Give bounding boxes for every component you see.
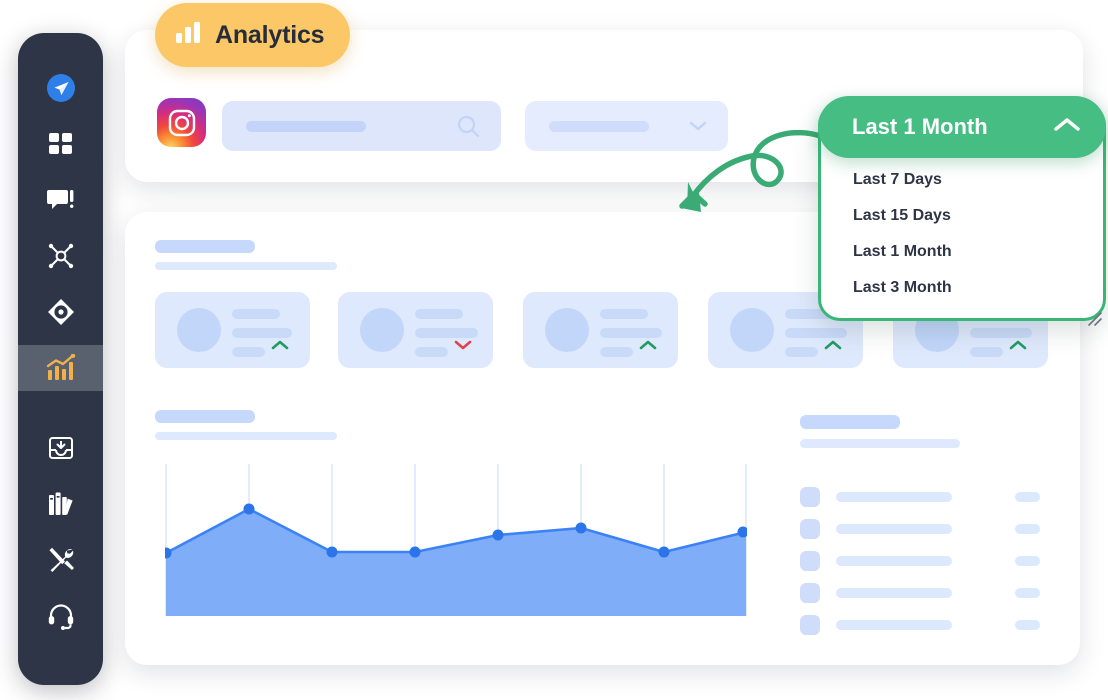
list-item-marker [800, 487, 820, 507]
date-range-selected-label: Last 1 Month [852, 114, 988, 139]
list-item-marker [800, 551, 820, 571]
sidebar-item-inbox[interactable] [18, 177, 103, 223]
instagram-icon[interactable] [157, 98, 206, 147]
dropdown-option-last-7-days[interactable]: Last 7 Days [821, 162, 1103, 198]
list-item-3[interactable] [800, 551, 1040, 571]
stat-line-2 [785, 328, 847, 338]
send-paper-plane-icon [46, 73, 76, 103]
sidebar-item-support[interactable] [18, 593, 103, 639]
stat-line-1 [232, 309, 280, 319]
sidebar-item-dashboard[interactable] [18, 121, 103, 167]
trend-up-icon [270, 338, 290, 356]
stat-line-2 [415, 328, 478, 338]
list-item-label [836, 492, 952, 502]
list-item-label [836, 620, 952, 630]
date-range-options: Last 7 Days Last 15 Days Last 1 Month La… [821, 162, 1103, 306]
headset-support-icon [47, 602, 75, 630]
resize-cursor-icon [1086, 310, 1104, 333]
stats-section-subtitle [155, 262, 337, 270]
list-item-value [1015, 620, 1040, 630]
dashboard-grid-icon [48, 131, 74, 157]
sidebar-item-discover[interactable] [18, 289, 103, 335]
bar-chart-icon [175, 19, 202, 51]
list-item-value [1015, 588, 1040, 598]
dropdown-option-last-15-days[interactable]: Last 15 Days [821, 198, 1103, 234]
stats-section-title [155, 240, 255, 253]
list-item-label [836, 556, 952, 566]
stat-line-3 [785, 347, 818, 357]
stat-line-1 [600, 309, 648, 319]
app-screenshot: Last 7 Days Last 15 Days Last 1 Month La… [0, 0, 1108, 700]
search-icon[interactable] [456, 114, 481, 144]
sidebar-item-downloads[interactable] [18, 425, 103, 471]
download-inbox-icon [48, 435, 74, 461]
stat-line-2 [970, 328, 1032, 338]
list-item-value [1015, 556, 1040, 566]
stat-line-3 [600, 347, 633, 357]
stat-line-2 [600, 328, 662, 338]
stat-line-3 [232, 347, 265, 357]
stat-avatar [730, 308, 774, 352]
trend-up-icon [1008, 338, 1028, 356]
network-nodes-icon [47, 242, 75, 270]
dropdown-option-last-3-month[interactable]: Last 3 Month [821, 270, 1103, 306]
stat-avatar [177, 308, 221, 352]
stat-line-3 [415, 347, 448, 357]
sidebar [18, 33, 103, 685]
list-item-value [1015, 524, 1040, 534]
list-item-marker [800, 615, 820, 635]
inbox-message-alert-icon [46, 187, 75, 213]
trend-down-icon [453, 338, 473, 356]
stat-card-1[interactable] [155, 292, 310, 368]
list-section-subtitle [800, 439, 960, 448]
analytics-badge[interactable]: Analytics [155, 3, 351, 67]
sidebar-item-network[interactable] [18, 233, 103, 279]
stat-avatar [360, 308, 404, 352]
list-item-1[interactable] [800, 487, 1040, 507]
chart-section-title [155, 410, 255, 423]
trend-area-chart [165, 464, 747, 619]
chevron-up-icon[interactable] [1052, 116, 1082, 139]
list-item-label [836, 588, 952, 598]
chart-section-subtitle [155, 432, 337, 440]
stat-line-3 [970, 347, 1003, 357]
library-books-icon [47, 490, 75, 518]
platform-select[interactable] [525, 101, 728, 151]
tools-wrench-icon [47, 546, 75, 574]
stat-avatar [545, 308, 589, 352]
search-input[interactable] [222, 101, 501, 151]
list-item-label [836, 524, 952, 534]
trend-up-icon [823, 338, 843, 356]
dropdown-option-last-1-month[interactable]: Last 1 Month [821, 234, 1103, 270]
diamond-compass-icon [47, 298, 75, 326]
list-section-title [800, 415, 900, 429]
analytics-chart-icon [46, 354, 76, 382]
sidebar-item-tools[interactable] [18, 537, 103, 583]
search-placeholder [246, 121, 366, 132]
stat-line-2 [232, 328, 292, 338]
list-item-marker [800, 583, 820, 603]
list-item-5[interactable] [800, 615, 1040, 635]
list-item-4[interactable] [800, 583, 1040, 603]
stat-card-2[interactable] [338, 292, 493, 368]
chart-svg [165, 464, 747, 616]
list-item-2[interactable] [800, 519, 1040, 539]
stat-card-3[interactable] [523, 292, 678, 368]
analytics-badge-label: Analytics [215, 20, 325, 49]
sidebar-item-analytics[interactable] [18, 345, 103, 391]
sidebar-item-send[interactable] [18, 65, 103, 111]
chevron-down-icon[interactable] [688, 119, 708, 138]
chart-area-fill [166, 509, 746, 616]
sidebar-item-library[interactable] [18, 481, 103, 527]
trend-up-icon [638, 338, 658, 356]
stat-line-1 [415, 309, 463, 319]
select-placeholder [549, 121, 649, 132]
list-item-value [1015, 492, 1040, 502]
date-range-dropdown-toggle[interactable]: Last 1 Month [818, 96, 1106, 158]
list-item-marker [800, 519, 820, 539]
